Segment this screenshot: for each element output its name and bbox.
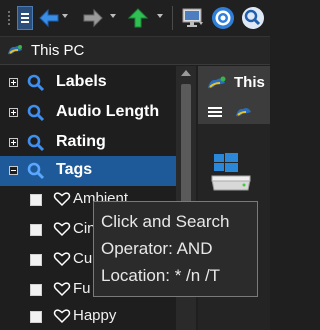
tag-label: Happy [73, 307, 117, 324]
heart-icon [53, 252, 71, 267]
tag-label: Fu [73, 280, 91, 297]
address-bar[interactable]: This PC [0, 37, 270, 65]
tag-checkbox[interactable] [30, 194, 42, 206]
hamburger-menu-icon[interactable] [208, 107, 222, 117]
search-icon [27, 74, 45, 92]
target-button[interactable] [210, 4, 236, 32]
address-location: This PC [31, 42, 85, 59]
heart-icon [53, 222, 71, 237]
up-dropdown-caret[interactable] [157, 14, 163, 18]
windows-drive-icon[interactable] [210, 152, 254, 196]
menu-button[interactable] [17, 6, 33, 30]
arrow-left-icon [39, 8, 59, 28]
expand-icon[interactable] [9, 138, 18, 147]
display-button[interactable] [180, 4, 206, 32]
monitor-icon [182, 8, 203, 27]
tag-checkbox[interactable] [30, 254, 42, 266]
content-title: This [234, 74, 265, 91]
toolbar [0, 0, 270, 37]
tag-label: Cu [73, 250, 93, 267]
forward-dropdown-caret[interactable] [110, 14, 116, 18]
magnifier-icon [242, 7, 264, 29]
forward-button[interactable] [82, 4, 104, 32]
toolbar-separator [172, 6, 173, 30]
this-pc-icon [8, 45, 22, 55]
tree-item-label: Labels [56, 73, 107, 90]
search-icon [27, 104, 45, 122]
back-dropdown-caret[interactable] [62, 14, 68, 18]
content-header: This [198, 66, 270, 124]
target-icon [212, 7, 234, 29]
tree-item-audio-length[interactable]: Audio Length [0, 98, 176, 128]
tree-item-rating[interactable]: Rating [0, 128, 176, 158]
back-button[interactable] [38, 4, 60, 32]
tooltip-location: Location: * /n /T [101, 266, 221, 285]
tag-item-happy[interactable]: Happy [0, 304, 176, 330]
tree-item-tags[interactable]: Tags [0, 156, 176, 186]
location-icon[interactable] [234, 104, 254, 122]
search-icon [27, 134, 45, 152]
tree-item-labels[interactable]: Labels [0, 68, 176, 98]
heart-icon [53, 309, 71, 324]
collapse-icon[interactable] [9, 166, 18, 175]
hamburger-menu-icon [21, 13, 29, 23]
up-button[interactable] [126, 4, 150, 32]
tree-item-label: Audio Length [56, 103, 160, 120]
scroll-up-arrow[interactable] [181, 70, 191, 76]
grip-icon [4, 4, 14, 32]
expand-icon[interactable] [9, 108, 18, 117]
tree-item-label: Tags [56, 161, 93, 178]
tree-item-label: Rating [56, 133, 106, 150]
search-button[interactable] [240, 4, 266, 32]
heart-icon [53, 192, 71, 207]
tooltip-operator: Operator: AND [101, 239, 213, 258]
tag-checkbox[interactable] [30, 311, 42, 323]
tag-checkbox[interactable] [30, 224, 42, 236]
arrow-up-icon [127, 8, 149, 28]
tooltip-action: Click and Search [101, 212, 230, 231]
tooltip: Click and Search Operator: AND Location:… [93, 201, 258, 297]
tag-checkbox[interactable] [30, 284, 42, 296]
heart-icon [53, 282, 71, 297]
this-pc-icon [208, 76, 226, 89]
expand-icon[interactable] [9, 78, 18, 87]
search-icon [27, 162, 45, 180]
arrow-right-icon [83, 8, 103, 28]
